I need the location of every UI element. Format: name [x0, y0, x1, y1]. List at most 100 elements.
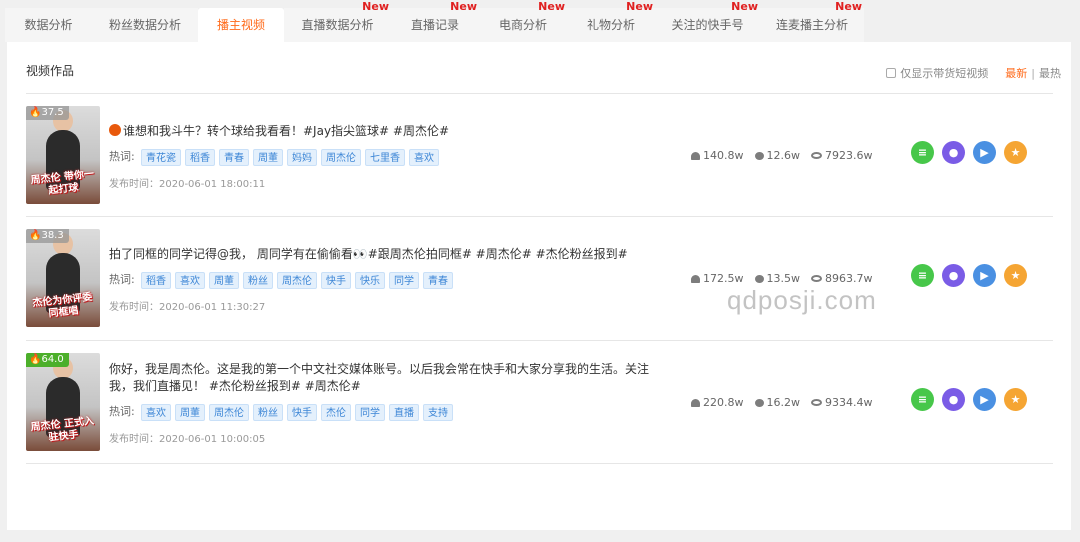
row-actions: ≡ ● ▶ ★	[911, 141, 1027, 164]
list-icon[interactable]: ≡	[911, 141, 934, 164]
eye-icon	[811, 152, 822, 159]
comment-icon	[754, 151, 764, 160]
sort-hot[interactable]: 最热	[1039, 65, 1061, 81]
views-stat: 7923.6w	[811, 149, 873, 162]
thumbnail-caption: 周杰伦 带你一起打球	[30, 168, 95, 197]
tag[interactable]: 快手	[321, 272, 351, 289]
video-title[interactable]: 谁想和我斗牛？转个球给我看看！#Jay指尖篮球# #周杰伦#	[109, 123, 664, 140]
row-actions: ≡ ● ▶ ★	[911, 264, 1027, 287]
play-icon[interactable]: ▶	[973, 388, 996, 411]
tab-bar: 数据分析 粉丝数据分析 播主视频 直播数据分析 New 直播记录 New 电商分析 N…	[5, 1, 864, 42]
section-title: 视频作品	[26, 64, 75, 78]
tab-ecommerce-analysis[interactable]: 电商分析 New	[479, 1, 567, 42]
tag[interactable]: 同学	[389, 272, 419, 289]
tag[interactable]: 稻香	[185, 149, 215, 166]
tag[interactable]: 周杰伦	[209, 404, 249, 421]
tab-label: 粉丝数据分析	[108, 18, 181, 32]
heat-badge: 🔥38.3	[26, 229, 69, 243]
tab-label: 关注的快手号	[671, 18, 744, 32]
tab-live-records[interactable]: 直播记录 New	[391, 1, 479, 42]
heart-icon	[691, 274, 700, 283]
tag[interactable]: 周杰伦	[321, 149, 361, 166]
tag[interactable]: 周董	[175, 404, 205, 421]
star-icon[interactable]: ★	[1004, 388, 1027, 411]
comments-count: 12.6w	[766, 149, 801, 162]
video-thumbnail[interactable]: 杰伦为你评委 同框唱 🔥38.3	[26, 229, 100, 327]
tag[interactable]: 妈妈	[287, 149, 317, 166]
fans-icon[interactable]: ●	[942, 388, 965, 411]
likes-count: 220.8w	[703, 396, 744, 409]
tab-label: 连麦播主分析	[775, 18, 848, 32]
comments-stat: 16.2w	[754, 396, 800, 409]
tag[interactable]: 快乐	[355, 272, 385, 289]
tag[interactable]: 直播	[389, 404, 419, 421]
fans-icon[interactable]: ●	[942, 141, 965, 164]
list-icon[interactable]: ≡	[911, 388, 934, 411]
tab-anchor-videos[interactable]: 播主视频	[198, 8, 284, 42]
tab-gift-analysis[interactable]: 礼物分析 New	[567, 1, 655, 42]
tag[interactable]: 支持	[423, 404, 453, 421]
tag[interactable]: 周董	[253, 149, 283, 166]
sort-latest[interactable]: 最新	[1005, 65, 1027, 81]
tag[interactable]: 喜欢	[409, 149, 439, 166]
sort-separator: |	[1031, 66, 1035, 80]
tag[interactable]: 杰伦	[321, 404, 351, 421]
tab-label: 直播数据分析	[301, 18, 374, 32]
video-stats: 220.8w 16.2w 9334.4w	[691, 396, 884, 409]
divider	[26, 463, 1053, 464]
video-row: 周杰伦 带你一起打球 🔥37.5 谁想和我斗牛？转个球给我看看！#Jay指尖篮球…	[26, 94, 1053, 217]
new-badge: New	[835, 0, 862, 13]
tag[interactable]: 粉丝	[243, 272, 273, 289]
tag[interactable]: 喜欢	[141, 404, 171, 421]
fans-icon[interactable]: ●	[942, 264, 965, 287]
comments-stat: 13.5w	[754, 272, 800, 285]
thumbnail-caption: 杰伦为你评委 同框唱	[31, 291, 93, 320]
tag[interactable]: 周董	[209, 272, 239, 289]
video-thumbnail[interactable]: 周杰伦 正式入驻快手 🔥64.0	[26, 353, 100, 451]
tag[interactable]: 同学	[355, 404, 385, 421]
eye-icon	[811, 275, 822, 282]
watermark: qdposji.com	[727, 285, 877, 315]
list-icon[interactable]: ≡	[911, 264, 934, 287]
video-row: 周杰伦 正式入驻快手 🔥64.0 你好，我是周杰伦。这是我的第一个中文社交媒体账…	[26, 341, 1053, 464]
views-stat: 8963.7w	[811, 272, 873, 285]
play-icon[interactable]: ▶	[973, 264, 996, 287]
views-count: 7923.6w	[825, 149, 873, 162]
basketball-icon	[109, 124, 121, 136]
tag[interactable]: 稻香	[141, 272, 171, 289]
tab-live-data-analysis[interactable]: 直播数据分析 New	[284, 1, 391, 42]
short-video-filter-checkbox[interactable]	[886, 68, 897, 78]
play-icon[interactable]: ▶	[973, 141, 996, 164]
tab-data-analysis[interactable]: 数据分析	[5, 8, 92, 42]
tag[interactable]: 青春	[423, 272, 453, 289]
tag[interactable]: 粉丝	[253, 404, 283, 421]
video-thumbnail[interactable]: 周杰伦 带你一起打球 🔥37.5	[26, 106, 100, 204]
tag-list: 喜欢 周董 周杰伦 粉丝 快手 杰伦 同学 直播 支持	[141, 404, 453, 421]
thumbnail-caption: 周杰伦 正式入驻快手	[30, 415, 95, 444]
tag[interactable]: 周杰伦	[277, 272, 317, 289]
hot-words-label: 热词:	[109, 405, 135, 418]
views-count: 8963.7w	[825, 272, 873, 285]
video-title[interactable]: 拍了同框的同学记得@我， 周同学有在偷偷看👀#跟周杰伦拍同框# #周杰伦# #杰…	[109, 246, 664, 263]
tag[interactable]: 快手	[287, 404, 317, 421]
tab-mic-link-analysis[interactable]: 连麦播主分析 New	[760, 1, 864, 42]
tag[interactable]: 七里香	[365, 149, 405, 166]
tab-followed-accounts[interactable]: 关注的快手号 New	[655, 1, 760, 42]
heat-badge: 🔥37.5	[26, 106, 69, 120]
star-icon[interactable]: ★	[1004, 264, 1027, 287]
tag-list: 青花瓷 稻香 青春 周董 妈妈 周杰伦 七里香 喜欢	[141, 149, 439, 166]
video-stats: 140.8w 12.6w 7923.6w	[691, 149, 884, 162]
video-title[interactable]: 你好，我是周杰伦。这是我的第一个中文社交媒体账号。以后我会常在快手和大家分享我的…	[109, 361, 664, 395]
content-panel: 视频作品 仅显示带货短视频 最新 | 最热 周杰伦 带你一起打球 🔥37.5 谁…	[7, 42, 1071, 530]
video-row: 杰伦为你评委 同框唱 🔥38.3 拍了同框的同学记得@我， 周同学有在偷偷看👀#…	[26, 217, 1053, 340]
filter-label[interactable]: 仅显示带货短视频	[900, 65, 988, 81]
tag[interactable]: 喜欢	[175, 272, 205, 289]
likes-stat: 140.8w	[691, 149, 744, 162]
tag[interactable]: 青花瓷	[141, 149, 181, 166]
likes-count: 172.5w	[703, 272, 744, 285]
new-badge: New	[362, 0, 389, 13]
tab-fans-analysis[interactable]: 粉丝数据分析	[92, 8, 198, 42]
star-icon[interactable]: ★	[1004, 141, 1027, 164]
tag[interactable]: 青春	[219, 149, 249, 166]
new-badge: New	[626, 0, 653, 13]
